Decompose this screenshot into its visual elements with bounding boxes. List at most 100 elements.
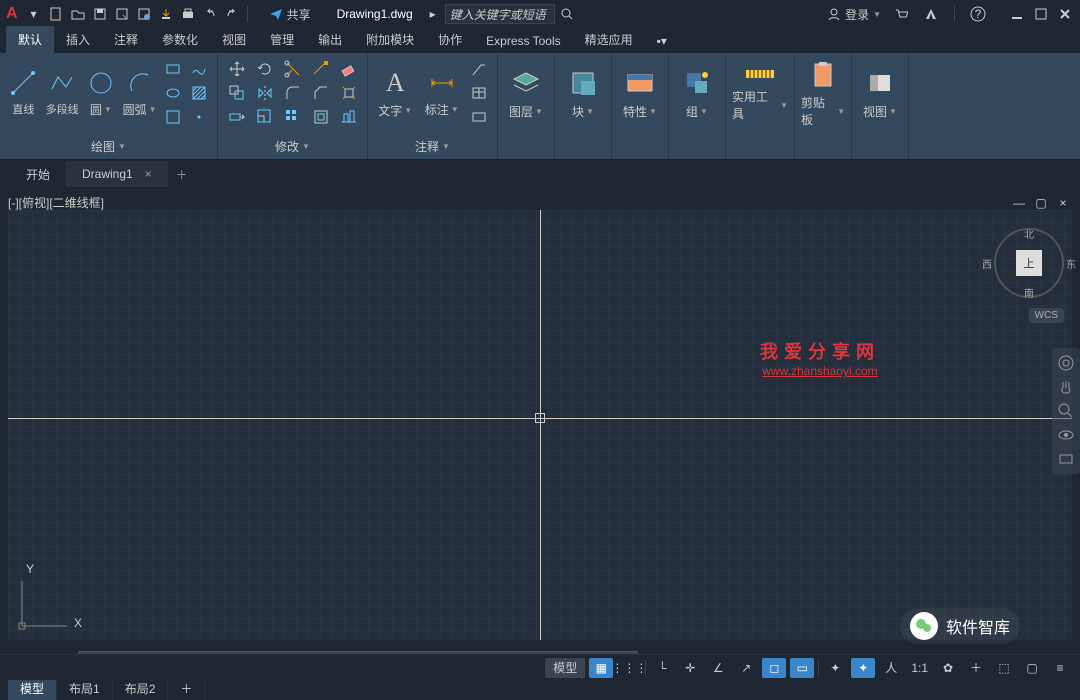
stretch-icon[interactable] [224,106,250,128]
status-iso-icon[interactable]: ⬚ [992,658,1016,678]
import-icon[interactable] [156,4,176,24]
status-polar-icon[interactable]: ✛ [678,658,702,678]
status-add-icon[interactable]: ＋ [964,658,988,678]
status-model-button[interactable]: 模型 [545,658,585,678]
status-scale-label[interactable]: 1:1 [907,658,932,678]
mirror-icon[interactable] [252,82,278,104]
minimize-icon[interactable] [1008,5,1026,23]
steering-wheel-icon[interactable] [1057,354,1075,372]
trim-icon[interactable] [280,58,306,80]
qat-menu-icon[interactable]: ▾ [24,4,44,24]
offset-icon[interactable] [308,106,334,128]
status-grid-icon[interactable]: ▦ [589,658,613,678]
rect-icon[interactable] [161,58,185,80]
tab-close-icon[interactable]: × [145,167,152,181]
login-button[interactable]: 登录 ▼ [827,6,881,23]
undo-icon[interactable] [200,4,220,24]
layout-tab-2[interactable]: 布局2 [113,677,169,700]
tab-manage[interactable]: 管理 [258,26,306,53]
close-icon[interactable] [1056,5,1074,23]
tab-overflow-icon[interactable]: ▪▾ [645,29,679,53]
showmotion-icon[interactable] [1057,450,1075,468]
block-button[interactable]: 块▼ [561,58,605,128]
utilities-button[interactable]: 实用工具▼ [732,58,788,128]
tab-express[interactable]: Express Tools [474,29,572,53]
polyline-button[interactable]: 多段线 [45,58,80,128]
tab-annotate[interactable]: 注释 [102,26,150,53]
print-icon[interactable] [178,4,198,24]
group-button[interactable]: 组▼ [675,58,719,128]
dimension-button[interactable]: 标注▼ [421,58,464,128]
tab-collab[interactable]: 协作 [426,26,474,53]
rotate-icon[interactable] [252,58,278,80]
drawing-canvas[interactable]: [-][俯视][二维线框] — ▢ × 我爱分享网 www.zhanshaoyi… [0,188,1080,648]
layer-button[interactable]: 图层▼ [504,58,548,128]
line-button[interactable]: 直线 [6,58,41,128]
cart-icon[interactable] [891,4,911,24]
tab-default[interactable]: 默认 [6,26,54,53]
status-hardware-icon[interactable]: ▢ [1020,658,1044,678]
region-icon[interactable] [161,106,185,128]
explode-icon[interactable] [336,82,362,104]
circle-button[interactable]: 圆▼ [84,58,119,128]
file-tab-start[interactable]: 开始 [10,160,66,189]
status-snap-icon[interactable]: ⋮⋮⋮ [617,658,641,678]
new-icon[interactable] [46,4,66,24]
view-button[interactable]: 视图▼ [858,58,902,128]
erase-icon[interactable] [336,58,362,80]
web-save-icon[interactable] [134,4,154,24]
spline-icon[interactable] [187,58,211,80]
clipboard-button[interactable]: 剪贴板▼ [801,58,845,128]
leader-icon[interactable] [467,58,491,80]
save-icon[interactable] [90,4,110,24]
orbit-icon[interactable] [1057,426,1075,444]
status-customize-icon[interactable]: ≡ [1048,658,1072,678]
search-input[interactable]: 键入关键字或短语 [445,4,555,24]
share-button[interactable]: 共享 [263,4,317,25]
array-icon[interactable] [280,106,306,128]
maximize-icon[interactable] [1032,5,1050,23]
tab-featured[interactable]: 精选应用 [573,26,645,53]
status-otrack-icon[interactable]: ↗ [734,658,758,678]
tab-insert[interactable]: 插入 [54,26,102,53]
point-icon[interactable] [187,106,211,128]
file-tab-new-icon[interactable]: ＋ [168,162,196,187]
wcs-badge[interactable]: WCS [1029,308,1064,323]
move-icon[interactable] [224,58,250,80]
text-button[interactable]: A文字▼ [374,58,417,128]
status-isodraft-icon[interactable]: ∠ [706,658,730,678]
layout-tab-model[interactable]: 模型 [8,677,57,700]
viewcube[interactable]: 上 北 南 西 东 [994,228,1064,298]
scale-icon[interactable] [252,106,278,128]
table-icon[interactable] [467,82,491,104]
layout-tab-1[interactable]: 布局1 [57,677,113,700]
zoom-icon[interactable] [1057,402,1075,420]
hatch-icon[interactable] [187,82,211,104]
status-annomonitor-icon[interactable]: 人 [879,658,903,678]
align-icon[interactable] [336,106,362,128]
saveas-icon[interactable] [112,4,132,24]
status-lwt-icon[interactable]: ▭ [790,658,814,678]
status-cycling-icon[interactable]: ✦ [851,658,875,678]
autodesk-icon[interactable] [921,4,941,24]
ellipse-icon[interactable] [161,82,185,104]
help-icon[interactable]: ? [968,4,988,24]
extend-icon[interactable] [308,58,334,80]
chamfer-icon[interactable] [308,82,334,104]
fillet-icon[interactable] [280,82,306,104]
tab-parametric[interactable]: 参数化 [150,26,210,53]
layout-tab-add-icon[interactable]: ＋ [168,677,205,700]
status-osnap-icon[interactable]: ◻ [762,658,786,678]
status-gear-icon[interactable]: ✿ [936,658,960,678]
arc-button[interactable]: 圆弧▼ [122,58,157,128]
recent-docs-icon[interactable]: ▸ [423,4,443,24]
field-icon[interactable] [467,106,491,128]
viewport-label[interactable]: [-][俯视][二维线框] [8,194,104,211]
tab-view[interactable]: 视图 [210,26,258,53]
tab-output[interactable]: 输出 [306,26,354,53]
pan-icon[interactable] [1057,378,1075,396]
open-icon[interactable] [68,4,88,24]
search-icon[interactable] [557,4,577,24]
redo-icon[interactable] [222,4,242,24]
properties-button[interactable]: 特性▼ [618,58,662,128]
